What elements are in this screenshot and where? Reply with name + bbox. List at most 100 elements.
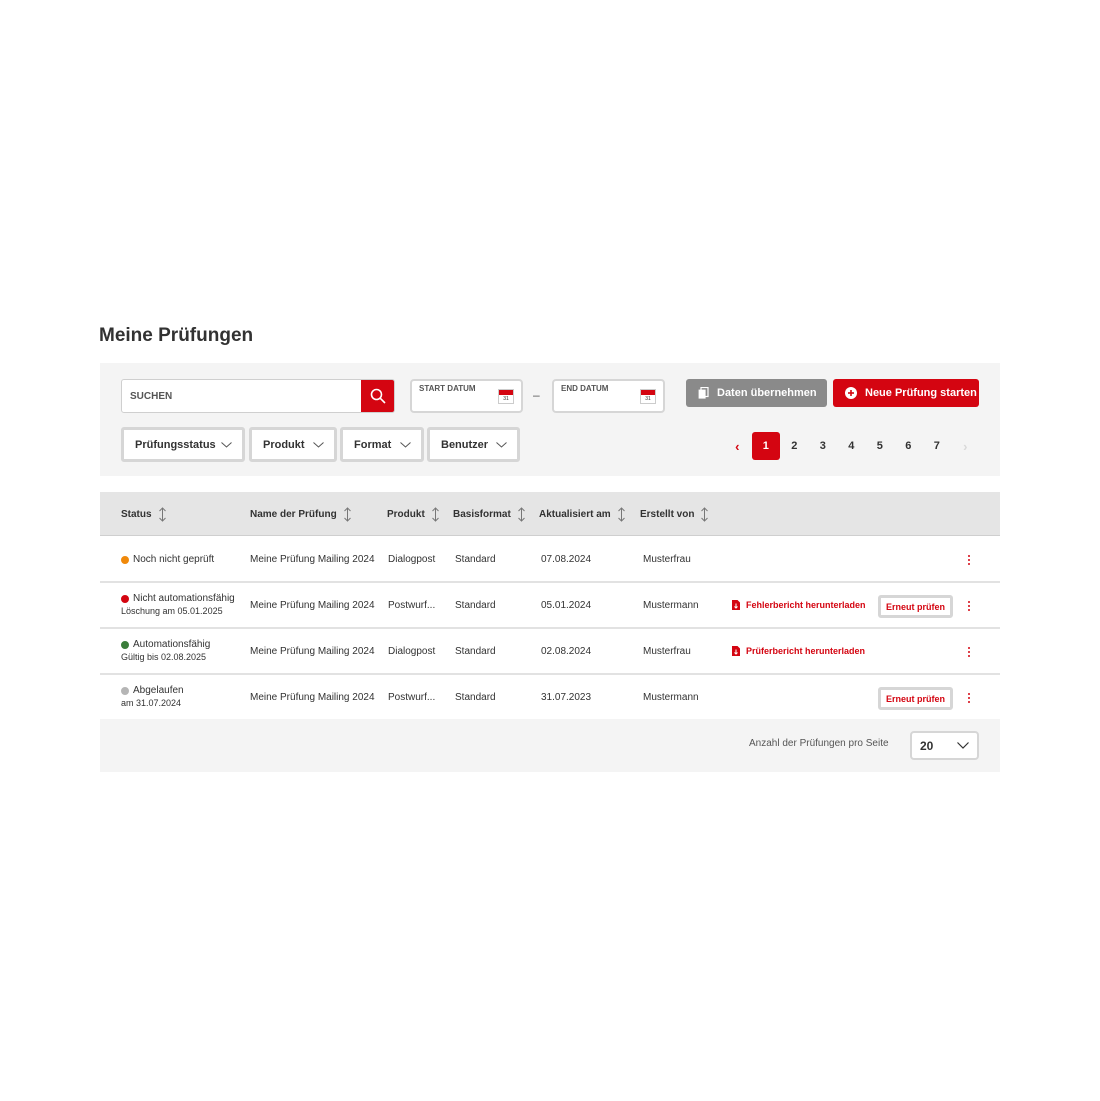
date-separator: – <box>533 388 540 402</box>
search-icon <box>370 388 386 404</box>
sort-icon[interactable] <box>700 506 709 522</box>
pdf-icon <box>732 600 740 610</box>
column-header-name: Name der Prüfung <box>250 492 352 536</box>
creator-cell: Musterfrau <box>643 646 691 657</box>
calendar-icon[interactable]: 31 <box>498 389 514 404</box>
format-cell: Standard <box>455 646 496 657</box>
dropdown-label: Prüfungsstatus <box>135 438 216 451</box>
page-7[interactable]: 7 <box>923 432 952 460</box>
dropdown-format[interactable]: Format <box>340 427 424 462</box>
column-header-product: Produkt <box>387 492 440 536</box>
status-cell: Automationsfähig Gültig bis 02.08.2025 <box>121 639 211 662</box>
next-page-button[interactable]: › <box>951 432 980 460</box>
table-row[interactable]: Automationsfähig Gültig bis 02.08.2025 M… <box>100 629 1000 675</box>
name-cell: Meine Prüfung Mailing 2024 <box>250 600 375 611</box>
chevron-down-icon <box>221 441 232 448</box>
updated-cell: 05.01.2024 <box>541 600 592 611</box>
name-cell: Meine Prüfung Mailing 2024 <box>250 554 375 565</box>
column-header-status: Status <box>121 492 167 536</box>
per-page-select[interactable]: 20 <box>910 731 979 760</box>
retry-button[interactable]: Erneut prüfen <box>878 687 953 710</box>
dropdown-benutzer[interactable]: Benutzer <box>427 427 520 462</box>
take-data-button[interactable]: Daten übernehmen <box>686 379 827 407</box>
prev-page-button[interactable]: ‹ <box>723 432 752 460</box>
page-title: Meine Prüfungen <box>99 325 254 346</box>
product-cell: Postwurf... <box>388 600 436 611</box>
page-4[interactable]: 4 <box>837 432 866 460</box>
dropdown-produkt[interactable]: Produkt <box>249 427 337 462</box>
chevron-down-icon <box>496 441 507 448</box>
page-2[interactable]: 2 <box>780 432 809 460</box>
table-row[interactable]: Nicht automationsfähig Löschung am 05.01… <box>100 583 1000 629</box>
search-input[interactable] <box>122 380 362 412</box>
start-date-field[interactable]: START DATUM 31 <box>410 379 523 413</box>
creator-cell: Mustermann <box>643 600 699 611</box>
sort-icon[interactable] <box>343 506 352 522</box>
start-date-label: START DATUM <box>419 384 476 393</box>
search-box <box>121 379 395 413</box>
status-dot <box>121 686 129 695</box>
sort-icon[interactable] <box>158 506 167 522</box>
kebab-icon[interactable] <box>964 551 974 569</box>
column-header-format: Basisformat <box>453 492 526 536</box>
status-dot <box>121 640 129 649</box>
format-cell: Standard <box>455 600 496 611</box>
status-dot <box>121 555 129 564</box>
status-cell: Nicht automationsfähig Löschung am 05.01… <box>121 593 235 616</box>
status-subtext: Löschung am 05.01.2025 <box>121 606 223 616</box>
plus-circle-icon <box>845 387 857 399</box>
pdf-icon <box>732 646 740 656</box>
status-subtext: am 31.07.2024 <box>121 698 182 708</box>
page-6[interactable]: 6 <box>894 432 923 460</box>
table-header: Status Name der Prüfung Produkt Basisfor… <box>100 492 1000 536</box>
product-cell: Dialogpost <box>388 646 436 657</box>
dropdown-label: Benutzer <box>441 438 489 451</box>
chevron-down-icon <box>313 441 324 448</box>
pagination: ‹ 1 2 3 4 5 6 7 › <box>723 432 980 460</box>
new-check-button[interactable]: Neue Prüfung starten <box>833 379 979 407</box>
copy-icon <box>698 387 709 399</box>
table-footer: Anzahl der Prüfungen pro Seite 20 <box>100 719 1000 772</box>
kebab-icon[interactable] <box>964 597 974 615</box>
page-1[interactable]: 1 <box>751 432 780 460</box>
sort-icon[interactable] <box>431 506 440 522</box>
retry-button[interactable]: Erneut prüfen <box>878 595 953 618</box>
search-button[interactable] <box>361 380 394 412</box>
column-header-updated: Aktualisiert am <box>539 492 626 536</box>
updated-cell: 02.08.2024 <box>541 646 592 657</box>
updated-cell: 07.08.2024 <box>541 554 592 565</box>
status-dot <box>121 594 129 603</box>
column-header-creator: Erstellt von <box>640 492 709 536</box>
calendar-icon[interactable]: 31 <box>640 389 656 404</box>
status-cell: Abgelaufen am 31.07.2024 <box>121 685 184 708</box>
sort-icon[interactable] <box>517 506 526 522</box>
name-cell: Meine Prüfung Mailing 2024 <box>250 692 375 703</box>
page-3[interactable]: 3 <box>809 432 838 460</box>
product-cell: Dialogpost <box>388 554 436 565</box>
kebab-icon[interactable] <box>964 643 974 661</box>
format-cell: Standard <box>455 554 496 565</box>
creator-cell: Musterfrau <box>643 554 691 565</box>
download-error-report-link[interactable]: Fehlerbericht herunterladen <box>732 600 866 610</box>
download-audit-report-link[interactable]: Prüferbericht herunterladen <box>732 646 865 656</box>
per-page-label: Anzahl der Prüfungen pro Seite <box>749 738 889 749</box>
sort-icon[interactable] <box>617 506 626 522</box>
product-cell: Postwurf... <box>388 692 436 703</box>
end-date-field[interactable]: END DATUM 31 <box>552 379 665 413</box>
creator-cell: Mustermann <box>643 692 699 703</box>
table-row[interactable]: Noch nicht geprüft Meine Prüfung Mailing… <box>100 537 1000 583</box>
status-subtext: Gültig bis 02.08.2025 <box>121 652 207 662</box>
filter-panel: START DATUM 31 – END DATUM 31 Daten über… <box>100 363 1000 476</box>
status-cell: Noch nicht geprüft <box>121 554 214 565</box>
name-cell: Meine Prüfung Mailing 2024 <box>250 646 375 657</box>
chevron-down-icon <box>957 742 969 749</box>
take-data-label: Daten übernehmen <box>717 387 817 399</box>
table-row[interactable]: Abgelaufen am 31.07.2024 Meine Prüfung M… <box>100 675 1000 721</box>
dropdown-label: Format <box>354 438 392 451</box>
checks-table: Status Name der Prüfung Produkt Basisfor… <box>100 492 1000 772</box>
kebab-icon[interactable] <box>964 689 974 707</box>
format-cell: Standard <box>455 692 496 703</box>
dropdown-pruefungsstatus[interactable]: Prüfungsstatus <box>121 427 245 462</box>
chevron-down-icon <box>400 441 411 448</box>
page-5[interactable]: 5 <box>866 432 895 460</box>
